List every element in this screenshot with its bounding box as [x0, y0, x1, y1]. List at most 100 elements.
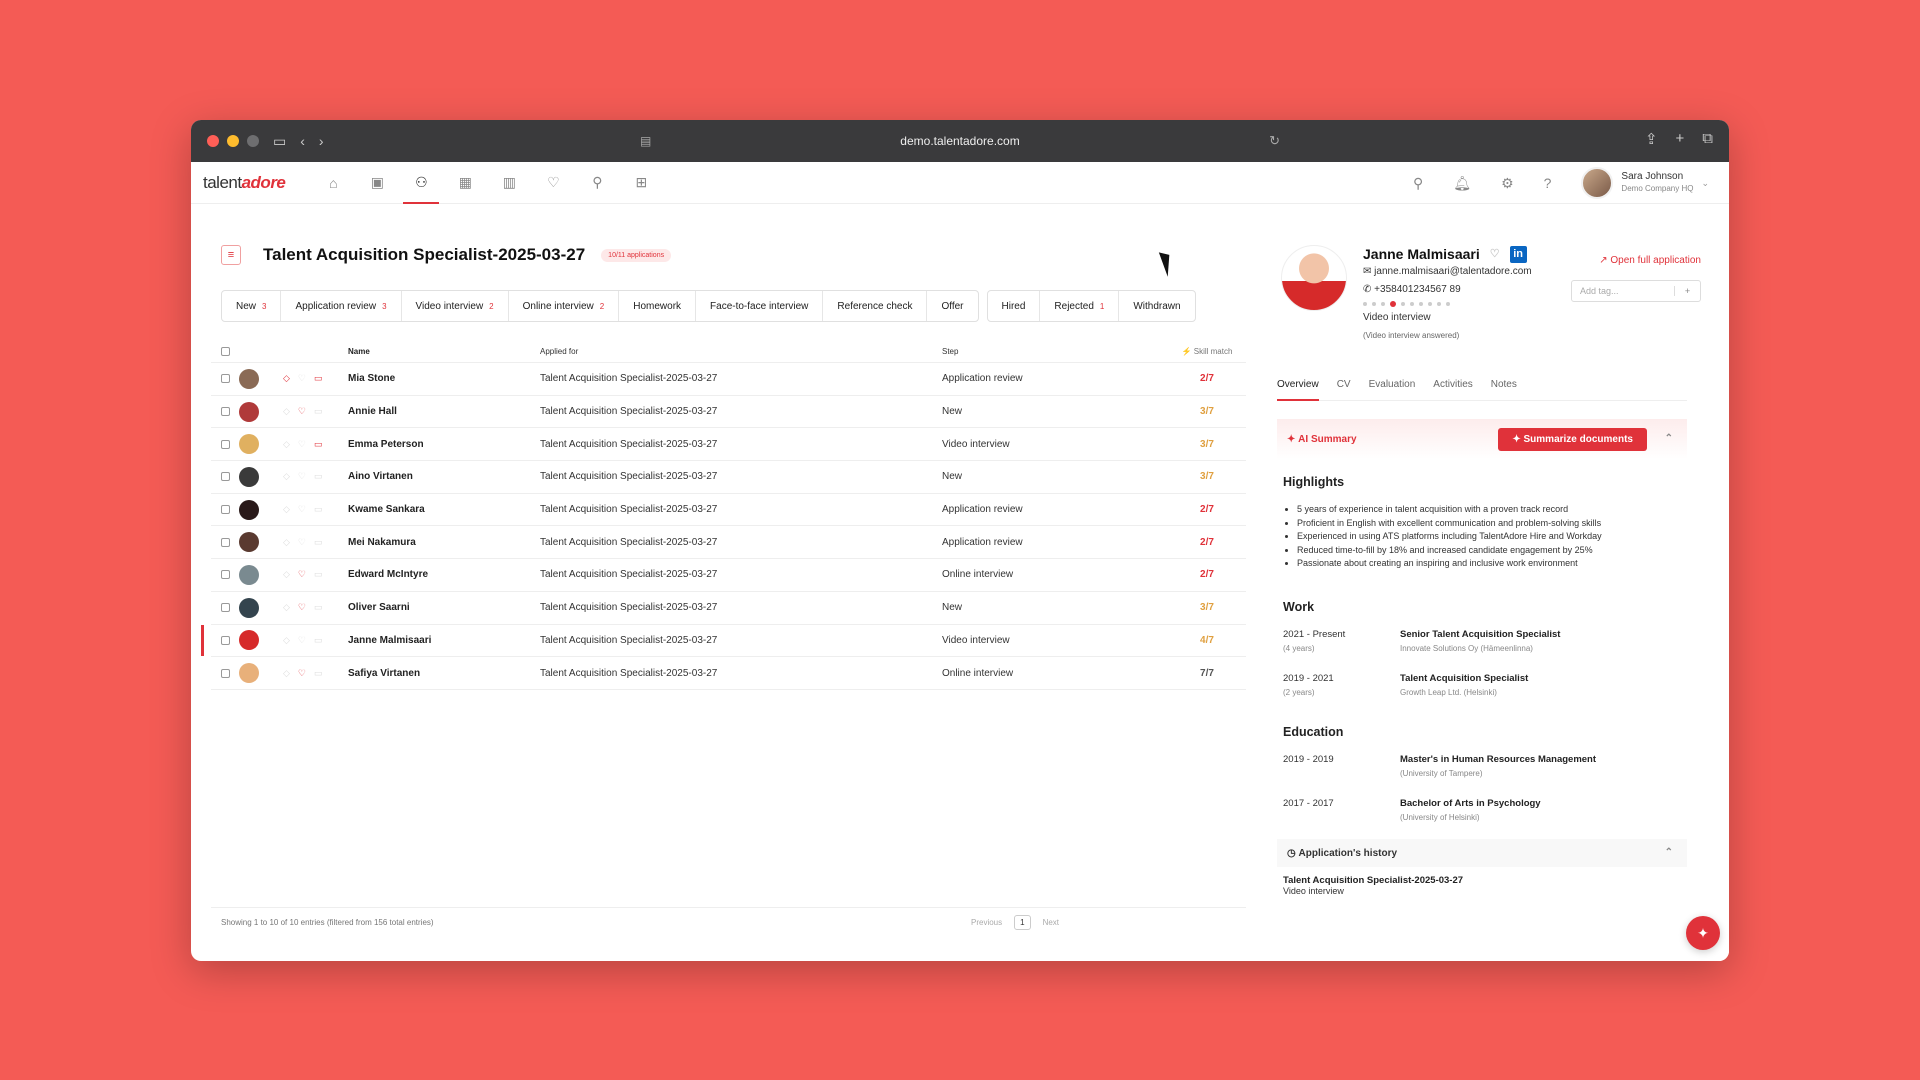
heart-icon[interactable]: ♡	[298, 504, 306, 515]
row-checkbox[interactable]	[221, 668, 230, 678]
video-icon[interactable]: ▭	[314, 668, 323, 679]
table-row[interactable]: ◇ ♡ ▭ Safiya Virtanen Talent Acquisition Spe…	[211, 657, 1246, 690]
candidate-name[interactable]: Emma Peterson	[348, 439, 540, 450]
candidates-icon[interactable]: ⚇	[403, 162, 440, 204]
user-menu[interactable]: Sara Johnson Demo Company HQ ⌄	[1581, 167, 1709, 199]
heart-icon[interactable]: ♡	[298, 471, 306, 482]
table-row[interactable]: ◇ ♡ ▭ Aino Virtanen Talent Acquisition Speci…	[211, 461, 1246, 494]
tab-step-online-interview[interactable]: Online interview 2	[509, 291, 620, 321]
row-checkbox[interactable]	[221, 603, 230, 613]
video-icon[interactable]: ▭	[314, 471, 323, 482]
tag-icon[interactable]: ◇	[283, 668, 290, 679]
candidate-name[interactable]: Mei Nakamura	[348, 537, 540, 548]
add-tag-button[interactable]: +	[1674, 286, 1700, 296]
row-checkbox[interactable]	[221, 505, 230, 515]
open-full-application-link[interactable]: ↗ Open full application	[1599, 255, 1701, 266]
page-1-button[interactable]: 1	[1014, 915, 1031, 930]
tag-icon[interactable]: ◇	[283, 504, 290, 515]
heart-icon[interactable]: ♡	[298, 635, 306, 646]
candidate-phone[interactable]: +358401234567 89	[1374, 284, 1460, 295]
talent-pool-icon[interactable]: ♡	[545, 162, 561, 204]
sidebar-toggle-icon[interactable]: ▭	[273, 133, 286, 150]
heart-icon[interactable]: ♡	[1490, 245, 1500, 263]
column-applied[interactable]: Applied for	[540, 347, 942, 356]
column-name[interactable]: Name	[348, 347, 540, 356]
close-button[interactable]	[207, 135, 219, 147]
row-checkbox[interactable]	[221, 537, 230, 547]
heart-icon[interactable]: ♡	[298, 569, 306, 580]
reload-icon[interactable]: ↻	[1269, 133, 1280, 149]
talentadore-logo[interactable]: talentadore	[203, 173, 286, 193]
heart-icon[interactable]: ♡	[298, 537, 306, 548]
tag-icon[interactable]: ◇	[283, 373, 290, 384]
tab-end-withdrawn[interactable]: Withdrawn	[1119, 291, 1194, 321]
table-row[interactable]: ◇ ♡ ▭ Edward McIntyre Talent Acquisition Spe…	[211, 559, 1246, 592]
tag-icon[interactable]: ◇	[283, 471, 290, 482]
row-checkbox[interactable]	[221, 570, 230, 580]
candidate-name[interactable]: Mia Stone	[348, 373, 540, 384]
apps-icon[interactable]: ⊞	[633, 162, 649, 204]
tab-step-homework[interactable]: Homework	[619, 291, 697, 321]
candidate-name[interactable]: Aino Virtanen	[348, 471, 540, 482]
candidate-name[interactable]: Kwame Sankara	[348, 504, 540, 515]
video-icon[interactable]: ▭	[314, 602, 323, 613]
gear-icon[interactable]: ⚙	[1501, 175, 1514, 192]
candidate-email[interactable]: janne.malmisaari@talentadore.com	[1374, 266, 1531, 277]
table-row[interactable]: ◇ ♡ ▭ Janne Malmisaari Talent Acquisition Sp…	[201, 624, 1246, 658]
tab-notes[interactable]: Notes	[1491, 379, 1517, 400]
tab-step-face-to-face-interview[interactable]: Face-to-face interview	[696, 291, 824, 321]
tab-evaluation[interactable]: Evaluation	[1369, 379, 1416, 400]
column-skill-match[interactable]: ⚡ Skill match	[1177, 347, 1237, 356]
tag-icon[interactable]: ◇	[283, 439, 290, 450]
tab-activities[interactable]: Activities	[1433, 379, 1472, 400]
new-tab-icon[interactable]: +	[1676, 130, 1685, 148]
row-checkbox[interactable]	[221, 439, 230, 449]
tag-icon[interactable]: ◇	[283, 569, 290, 580]
video-icon[interactable]: ▭	[314, 537, 323, 548]
home-icon[interactable]: ⌂	[325, 162, 341, 204]
table-row[interactable]: ◇ ♡ ▭ Oliver Saarni Talent Acquisition Speci…	[211, 592, 1246, 625]
row-checkbox[interactable]	[221, 407, 230, 417]
table-row[interactable]: ◇ ♡ ▭ Annie Hall Talent Acquisition Speciali…	[211, 396, 1246, 429]
tab-step-application-review[interactable]: Application review 3	[281, 291, 402, 321]
tabs-overview-icon[interactable]: ⧉	[1702, 130, 1713, 148]
tab-step-new[interactable]: New 3	[222, 291, 282, 321]
row-checkbox[interactable]	[221, 472, 230, 482]
tag-icon[interactable]: ◇	[283, 602, 290, 613]
video-icon[interactable]: ▭	[314, 504, 323, 515]
video-icon[interactable]: ▭	[314, 373, 323, 384]
search-icon[interactable]: ⚲	[1413, 175, 1423, 192]
chevron-up-icon[interactable]: ⌃	[1665, 433, 1673, 444]
candidate-name[interactable]: Safiya Virtanen	[348, 668, 540, 679]
tag-icon[interactable]: ◇	[283, 406, 290, 417]
tag-icon[interactable]: ◇	[283, 635, 290, 646]
previous-button[interactable]: Previous	[971, 918, 1002, 927]
page-settings-icon[interactable]: ▤	[640, 134, 651, 148]
next-button[interactable]: Next	[1043, 918, 1059, 927]
candidate-name[interactable]: Edward McIntyre	[348, 569, 540, 580]
application-history-bar[interactable]: ◷ Application's history ⌃	[1277, 839, 1687, 867]
tab-end-rejected[interactable]: Rejected 1	[1040, 291, 1120, 321]
tab-step-offer[interactable]: Offer	[927, 291, 977, 321]
heart-icon[interactable]: ♡	[298, 602, 306, 613]
chevron-up-icon[interactable]: ⌃	[1665, 847, 1673, 858]
tab-step-reference-check[interactable]: Reference check	[823, 291, 928, 321]
forward-icon[interactable]: ›	[319, 133, 324, 149]
ai-assistant-button[interactable]: ✦	[1686, 916, 1720, 950]
heart-icon[interactable]: ♡	[298, 439, 306, 450]
table-row[interactable]: ◇ ♡ ▭ Mei Nakamura Talent Acquisition Specia…	[211, 526, 1246, 560]
search-candidates-icon[interactable]: ⚲	[589, 162, 605, 204]
calendar-icon[interactable]: ▦	[457, 162, 473, 204]
tab-step-video-interview[interactable]: Video interview 2	[402, 291, 509, 321]
heart-icon[interactable]: ♡	[298, 668, 306, 679]
table-row[interactable]: ◇ ♡ ▭ Kwame Sankara Talent Acquisition Speci…	[211, 494, 1246, 527]
candidate-name[interactable]: Annie Hall	[348, 406, 540, 417]
minimize-button[interactable]	[227, 135, 239, 147]
list-menu-icon[interactable]: ≡	[221, 245, 241, 265]
reports-icon[interactable]: ▥	[501, 162, 517, 204]
share-icon[interactable]: ⇪	[1645, 130, 1658, 148]
candidate-name[interactable]: Oliver Saarni	[348, 602, 540, 613]
row-checkbox[interactable]	[221, 635, 230, 645]
tab-end-hired[interactable]: Hired	[988, 291, 1041, 321]
heart-icon[interactable]: ♡	[298, 406, 306, 417]
